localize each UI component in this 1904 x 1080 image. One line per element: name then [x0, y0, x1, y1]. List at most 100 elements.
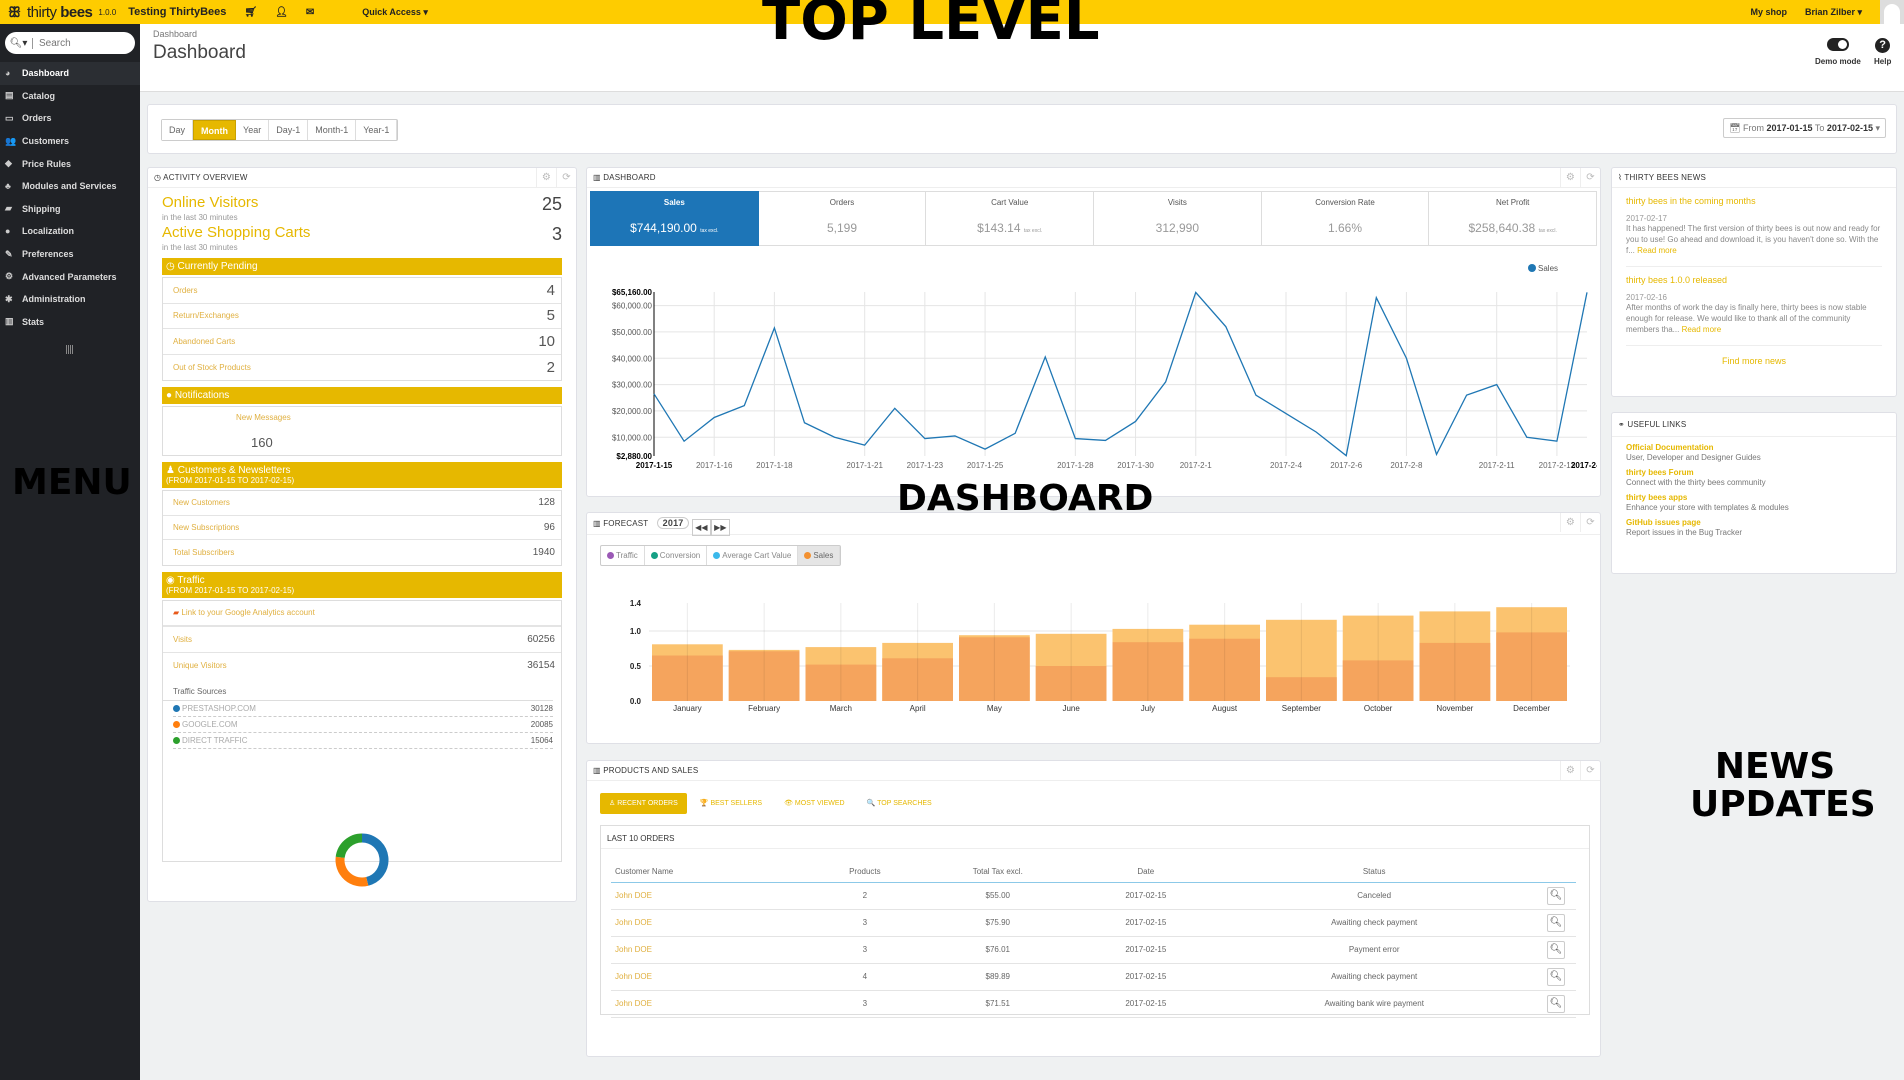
settings-icon[interactable]: ⚙ — [1560, 513, 1580, 532]
view-order-button[interactable]: 🔍︎ — [1547, 886, 1565, 905]
sidebar-item-stats[interactable]: ▥ Stats — [0, 311, 140, 334]
useful-link[interactable]: Official Documentation — [1626, 443, 1882, 452]
tab-best-sellers[interactable]: 🏆 Best Sellers — [691, 793, 771, 814]
user-menu[interactable]: Brian Zilber ▾ — [1805, 7, 1862, 18]
read-more-link[interactable]: Read more — [1682, 325, 1722, 334]
settings-icon[interactable]: ⚙ — [1560, 168, 1580, 187]
column-header[interactable]: Status — [1212, 862, 1536, 883]
column-header[interactable]: Customer Name — [611, 862, 814, 883]
customer-name-link[interactable]: John DOE — [611, 882, 814, 910]
quick-access-menu[interactable]: Quick Access ▾ — [362, 7, 428, 18]
tab-recent-orders[interactable]: ♙ Recent Orders — [600, 793, 687, 814]
stat-label[interactable]: Abandoned Carts — [173, 337, 235, 346]
online-visitors-label[interactable]: Online Visitors — [162, 194, 258, 215]
column-header[interactable]: Products — [813, 862, 917, 883]
user-icon[interactable]: 👤︎ — [275, 7, 288, 18]
sidebar-item-price-rules[interactable]: ◆ Price Rules — [0, 152, 140, 175]
ga-link[interactable]: Link to your Google Analytics account — [181, 608, 314, 617]
view-order-button[interactable]: 🔍︎ — [1547, 967, 1565, 986]
useful-link[interactable]: thirty bees apps — [1626, 493, 1882, 502]
stat-label[interactable]: Visits — [173, 635, 192, 644]
stat-row: Visits 60256 — [163, 627, 561, 653]
column-header[interactable]: Total Tax excl. — [916, 862, 1080, 883]
sidebar-item-catalog[interactable]: ▤ Catalog — [0, 85, 140, 108]
next-year-button[interactable]: ▶▶ — [710, 519, 730, 536]
new-messages-label[interactable]: New Messages — [236, 413, 291, 422]
find-more-news-link[interactable]: Find more news — [1612, 356, 1896, 366]
forecast-metric-sales[interactable]: Sales — [798, 546, 841, 565]
forecast-metric-conversion[interactable]: Conversion — [645, 546, 708, 565]
sidebar-item-preferences[interactable]: ✎ Preferences — [0, 243, 140, 266]
stat-label[interactable]: Orders — [173, 286, 197, 295]
ga-link-row[interactable]: ▰ Link to your Google Analytics account — [163, 601, 561, 627]
customer-name-link[interactable]: John DOE — [611, 909, 814, 937]
active-carts-label[interactable]: Active Shopping Carts — [162, 224, 310, 245]
products-cell: 2 — [813, 882, 917, 910]
customer-name-link[interactable]: John DOE — [611, 990, 814, 1018]
collapse-sidebar-handle[interactable] — [66, 345, 73, 355]
previous-year-button[interactable]: ◀◀ — [691, 519, 711, 536]
period-day[interactable]: Day — [162, 120, 194, 140]
search-input[interactable] — [33, 37, 129, 49]
period-year-1[interactable]: Year-1 — [356, 120, 398, 140]
view-order-button[interactable]: 🔍︎ — [1547, 994, 1565, 1013]
stat-label[interactable]: New Customers — [173, 498, 230, 507]
customer-name-link[interactable]: John DOE — [611, 936, 814, 964]
news-title-link[interactable]: thirty bees 1.0.0 released — [1626, 275, 1882, 285]
period-month-1[interactable]: Month-1 — [308, 120, 357, 140]
useful-link[interactable]: thirty bees Forum — [1626, 468, 1882, 477]
cart-icon[interactable]: 🛒︎ — [244, 7, 257, 18]
customer-name-link[interactable]: John DOE — [611, 963, 814, 991]
view-order-button[interactable]: 🔍︎ — [1547, 940, 1565, 959]
sidebar-item-customers[interactable]: 👥 Customers — [0, 130, 140, 153]
period-month[interactable]: Month — [193, 120, 237, 140]
news-title-link[interactable]: thirty bees in the coming months — [1626, 196, 1882, 206]
my-shop-link[interactable]: My shop — [1750, 7, 1787, 17]
stat-label[interactable]: Total Subscribers — [173, 548, 234, 557]
sidebar-item-localization[interactable]: ● Localization — [0, 220, 140, 243]
read-more-link[interactable]: Read more — [1637, 246, 1677, 255]
kpi-sales[interactable]: Sales $744,190.00 tax excl. — [590, 191, 759, 246]
stat-label[interactable]: New Subscriptions — [173, 523, 239, 532]
tab-most-viewed[interactable]: 👁 Most Viewed — [775, 793, 854, 814]
stat-label[interactable]: Unique Visitors — [173, 661, 227, 670]
breadcrumb[interactable]: Dashboard — [153, 29, 197, 39]
sidebar-item-administration[interactable]: ✱ Administration — [0, 288, 140, 311]
forecast-metric-traffic[interactable]: Traffic — [601, 546, 645, 565]
tab-top-searches[interactable]: 🔍 Top Searches — [858, 793, 941, 814]
kpi-net-profit[interactable]: Net Profit $258,640.38 tax excl. — [1429, 191, 1598, 246]
help-button[interactable]: ? Help — [1874, 38, 1891, 66]
kpi-cart-value[interactable]: Cart Value $143.14 tax excl. — [926, 191, 1095, 246]
forecast-metric-average-cart-value[interactable]: Average Cart Value — [707, 546, 799, 565]
stat-row: Out of Stock Products 2 — [163, 355, 561, 381]
refresh-icon[interactable]: ⟳ — [1580, 761, 1600, 780]
logo[interactable]: ꕥ thirty bees 1.0.0 — [0, 4, 116, 21]
envelope-icon[interactable]: ✉ — [306, 7, 314, 18]
view-order-button[interactable]: 🔍︎ — [1547, 913, 1565, 932]
column-header[interactable]: Date — [1079, 862, 1213, 883]
sidebar-item-modules-and-services[interactable]: ♣ Modules and Services — [0, 175, 140, 198]
shop-name[interactable]: Testing ThirtyBees — [128, 6, 226, 18]
table-row: John DOE 3 $76.01 2017-02-15 Payment error 🔍︎ — [611, 936, 1576, 964]
search-icon[interactable]: 🔍︎▾ — [5, 37, 33, 49]
settings-icon[interactable]: ⚙ — [536, 168, 556, 187]
kpi-visits[interactable]: Visits 312,990 — [1094, 191, 1262, 246]
avatar[interactable] — [1880, 0, 1904, 24]
stat-label[interactable]: Return/Exchanges — [173, 311, 239, 320]
refresh-icon[interactable]: ⟳ — [1580, 513, 1600, 532]
sidebar-item-advanced-parameters[interactable]: ⚙ Advanced Parameters — [0, 265, 140, 288]
period-day-1[interactable]: Day-1 — [269, 120, 309, 140]
useful-link[interactable]: GitHub issues page — [1626, 518, 1882, 527]
stat-label[interactable]: Out of Stock Products — [173, 363, 251, 372]
sidebar-item-dashboard[interactable]: ◕ Dashboard — [0, 62, 140, 85]
date-range-picker[interactable]: 📅︎ From 2017-01-15 To 2017-02-15 ▾ — [1723, 118, 1886, 138]
period-year[interactable]: Year — [236, 120, 270, 140]
sidebar-item-shipping[interactable]: ▰ Shipping — [0, 198, 140, 221]
kpi-conversion-rate[interactable]: Conversion Rate 1.66% — [1261, 191, 1430, 246]
kpi-orders[interactable]: Orders 5,199 — [758, 191, 927, 246]
refresh-icon[interactable]: ⟳ — [556, 168, 576, 187]
settings-icon[interactable]: ⚙ — [1560, 761, 1580, 780]
demo-mode-button[interactable]: Demo mode — [1815, 38, 1861, 66]
sidebar-item-orders[interactable]: ▭ Orders — [0, 107, 140, 130]
refresh-icon[interactable]: ⟳ — [1580, 168, 1600, 187]
